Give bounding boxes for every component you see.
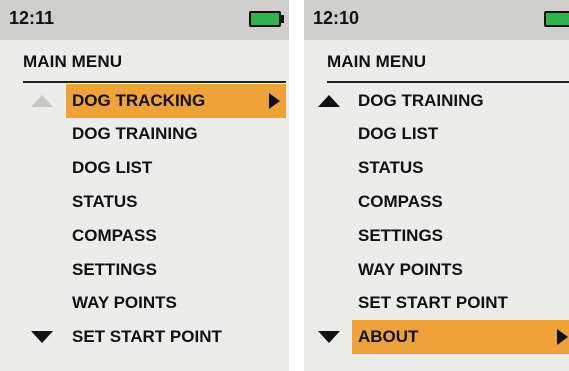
scroll-up-icon[interactable] <box>31 95 53 107</box>
scroll-down-icon[interactable] <box>318 331 340 343</box>
status-bar: 12:11 <box>0 0 289 40</box>
battery-icon <box>249 11 281 27</box>
menu-item-status[interactable]: STATUS <box>66 185 137 219</box>
menu-item-dog-tracking[interactable]: DOG TRACKING <box>66 84 286 118</box>
clock: 12:11 <box>9 8 55 28</box>
menu-item-dog-training[interactable]: DOG TRAINING <box>352 84 484 118</box>
menu-title: MAIN MENU <box>23 52 123 71</box>
battery-tip <box>281 15 284 23</box>
chevron-right-icon <box>269 93 280 109</box>
menu-item-settings[interactable]: SETTINGS <box>352 219 443 253</box>
menu-divider <box>23 81 286 83</box>
menu-item-set-start-point[interactable]: SET START POINT <box>352 286 508 320</box>
menu-item-dog-list[interactable]: DOG LIST <box>66 151 152 185</box>
menu-title: MAIN MENU <box>327 52 427 71</box>
menu-item-dog-list[interactable]: DOG LIST <box>352 117 438 151</box>
status-bar: 12:10 <box>304 0 569 40</box>
clock: 12:10 <box>313 8 360 28</box>
menu-item-about[interactable]: ABOUT <box>352 320 569 354</box>
menu-item-way-points[interactable]: WAY POINTS <box>66 286 177 320</box>
device-screen-left: 12:11 MAIN MENU DOG TRACKING DOG TRAININ… <box>0 0 289 371</box>
menu-divider <box>327 81 569 83</box>
scroll-up-icon[interactable] <box>318 95 340 107</box>
menu-item-compass[interactable]: COMPASS <box>66 219 157 253</box>
menu-item-compass[interactable]: COMPASS <box>352 185 443 219</box>
menu-item-dog-training[interactable]: DOG TRAINING <box>66 117 198 151</box>
menu-item-way-points[interactable]: WAY POINTS <box>352 253 463 287</box>
chevron-right-icon <box>557 329 568 345</box>
device-screen-right: 12:10 MAIN MENU DOG TRAINING DOG LIST ST… <box>304 0 569 371</box>
menu-item-settings[interactable]: SETTINGS <box>66 253 157 287</box>
menu-item-set-start-point[interactable]: SET START POINT <box>66 320 222 354</box>
battery-icon <box>544 11 569 27</box>
menu-item-label: DOG TRACKING <box>72 91 206 110</box>
scroll-down-icon[interactable] <box>31 331 53 343</box>
menu-item-status[interactable]: STATUS <box>352 151 423 185</box>
